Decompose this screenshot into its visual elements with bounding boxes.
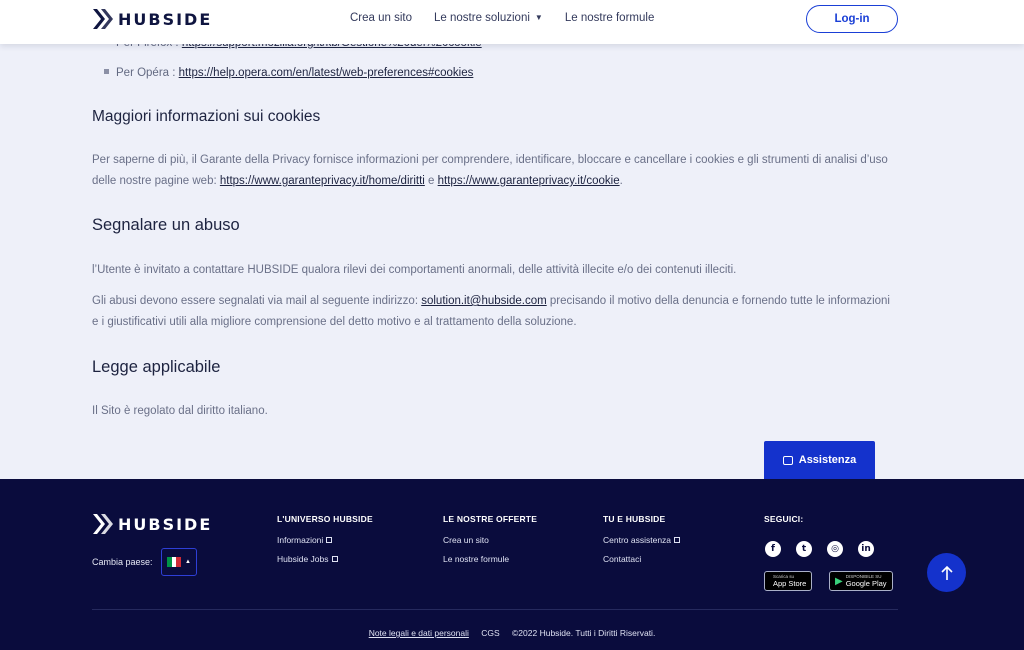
nav-le-nostre-formule[interactable]: Le nostre formule <box>565 12 655 24</box>
footer-col-seguici: SEGUICI: <box>764 514 803 535</box>
footer-link-contattaci[interactable]: Contattaci <box>603 554 680 564</box>
country-label: Cambia paese: <box>92 557 153 567</box>
nav-label: Le nostre soluzioni <box>434 12 530 24</box>
app-store-text: Scarica su App Store <box>773 574 806 588</box>
assistance-button[interactable]: Assistenza <box>764 441 875 479</box>
footer-link-informazioni[interactable]: Informazioni <box>277 535 373 545</box>
scroll-to-top-button[interactable] <box>927 553 966 592</box>
footer-logo[interactable]: HUBSIDE <box>92 513 212 535</box>
facebook-icon[interactable]: f <box>765 541 781 557</box>
footer-col-title: LE NOSTRE OFFERTE <box>443 514 538 524</box>
law-paragraph: Il Sito è regolato dal diritto italiano. <box>92 405 268 417</box>
arrow-up-icon <box>940 565 953 580</box>
logo-text: HUBSIDE <box>118 9 213 29</box>
hubside-logo-icon <box>93 514 113 534</box>
bullet-prefix: Per Opéra : <box>116 67 176 79</box>
badge-big-text: App Store <box>773 579 807 588</box>
cookies-heading: Maggiori informazioni sui cookies <box>92 108 321 125</box>
footer-link-centro-assistenza[interactable]: Centro assistenza <box>603 535 681 545</box>
footer-link-crea-un-sito[interactable]: Crea un sito <box>443 535 537 545</box>
garante-cookie-link[interactable]: https://www.garanteprivacy.it/cookie <box>438 175 620 187</box>
abuse-heading: Segnalare un abuso <box>92 216 240 234</box>
cgs-link[interactable]: CGS <box>481 628 499 638</box>
external-link-icon <box>674 537 681 543</box>
abuse-text-pre: Gli abusi devono essere segnalati via ma… <box>92 295 419 307</box>
google-play-text: DISPONIBILE SU Google Play <box>846 574 887 588</box>
hubside-logo-icon <box>93 9 113 29</box>
google-play-badge[interactable]: ▶ DISPONIBILE SU Google Play <box>829 571 893 591</box>
app-store-badge[interactable]: Scarica su App Store <box>764 571 813 591</box>
bullet-opera: Per Opéra : https://help.opera.com/en/la… <box>104 67 473 79</box>
footer-link-hubside-jobs[interactable]: Hubside Jobs <box>277 554 373 564</box>
external-link-icon <box>331 556 338 562</box>
abuse-paragraph-2: Gli abusi devono essere segnalati via ma… <box>92 291 892 333</box>
footer-divider <box>92 609 898 610</box>
footer-col-title: L'UNIVERSO HUBSIDE <box>277 514 373 524</box>
link-label: Centro assistenza <box>603 535 672 545</box>
assistance-label: Assistenza <box>798 454 857 466</box>
caret-up-icon: ▲ <box>185 559 191 565</box>
italy-flag-icon <box>167 557 182 567</box>
copyright-text: ©2022 Hubside. Tutti i Diritti Riservati… <box>512 628 656 638</box>
footer-col-offerte: LE NOSTRE OFFERTE Crea un sito Le nostre… <box>443 514 537 573</box>
link-label: Hubside Jobs <box>277 554 329 564</box>
linkedin-icon[interactable]: in <box>858 541 874 557</box>
period: . <box>619 175 623 187</box>
legal-notes-link[interactable]: Note legali e dati personali <box>369 628 469 638</box>
cookies-paragraph: Per saperne di più, il Garante della Pri… <box>92 150 892 192</box>
conjunction: e <box>428 175 435 187</box>
site-footer: HUBSIDE Cambia paese: ▲ L'UNIVERSO HUBSI… <box>0 479 1024 650</box>
footer-link-le-nostre-formule[interactable]: Le nostre formule <box>443 554 537 564</box>
chat-icon <box>782 455 793 465</box>
opera-cookies-link[interactable]: https://help.opera.com/en/latest/web-pre… <box>179 67 474 79</box>
footer-col-tu-e-hubside: TU E HUBSIDE Centro assistenza Contattac… <box>603 514 681 573</box>
hubside-logo[interactable]: HUBSIDE <box>92 8 212 30</box>
main-nav: Crea un sito Le nostre soluzioni ▼ Le nos… <box>350 12 654 24</box>
login-button[interactable]: Log-in <box>806 5 898 33</box>
footer-col-title: SEGUICI: <box>764 514 804 524</box>
instagram-icon[interactable]: ◎ <box>827 541 843 557</box>
footer-col-title: TU E HUBSIDE <box>603 514 666 524</box>
footer-logo-text: HUBSIDE <box>118 514 213 534</box>
site-header: HUBSIDE Crea un sito Le nostre soluzioni… <box>0 0 1024 44</box>
twitter-icon[interactable]: t <box>796 541 812 557</box>
badge-big-text: Google Play <box>845 579 887 588</box>
abuse-email-link[interactable]: solution.it@hubside.com <box>421 295 546 307</box>
social-links: f t ◎ in <box>765 541 874 557</box>
caret-down-icon: ▼ <box>534 13 543 22</box>
abuse-paragraph-1: l’Utente è invitato a contattare HUBSIDE… <box>92 264 737 276</box>
law-heading: Legge applicabile <box>92 358 221 376</box>
nav-crea-un-sito[interactable]: Crea un sito <box>350 12 412 24</box>
external-link-icon <box>326 537 333 543</box>
garante-diritti-link[interactable]: https://www.garanteprivacy.it/home/dirit… <box>220 175 425 187</box>
country-selector[interactable]: ▲ <box>161 548 197 576</box>
google-play-icon: ▶ <box>835 575 843 587</box>
footer-bottom-bar: Note legali e dati personali CGS ©2022 H… <box>0 628 1024 638</box>
bullet-dot <box>104 69 109 74</box>
footer-col-universo: L'UNIVERSO HUBSIDE Informazioni Hubside … <box>277 514 373 573</box>
nav-le-nostre-soluzioni[interactable]: Le nostre soluzioni ▼ <box>434 12 543 24</box>
link-label: Informazioni <box>277 535 324 545</box>
